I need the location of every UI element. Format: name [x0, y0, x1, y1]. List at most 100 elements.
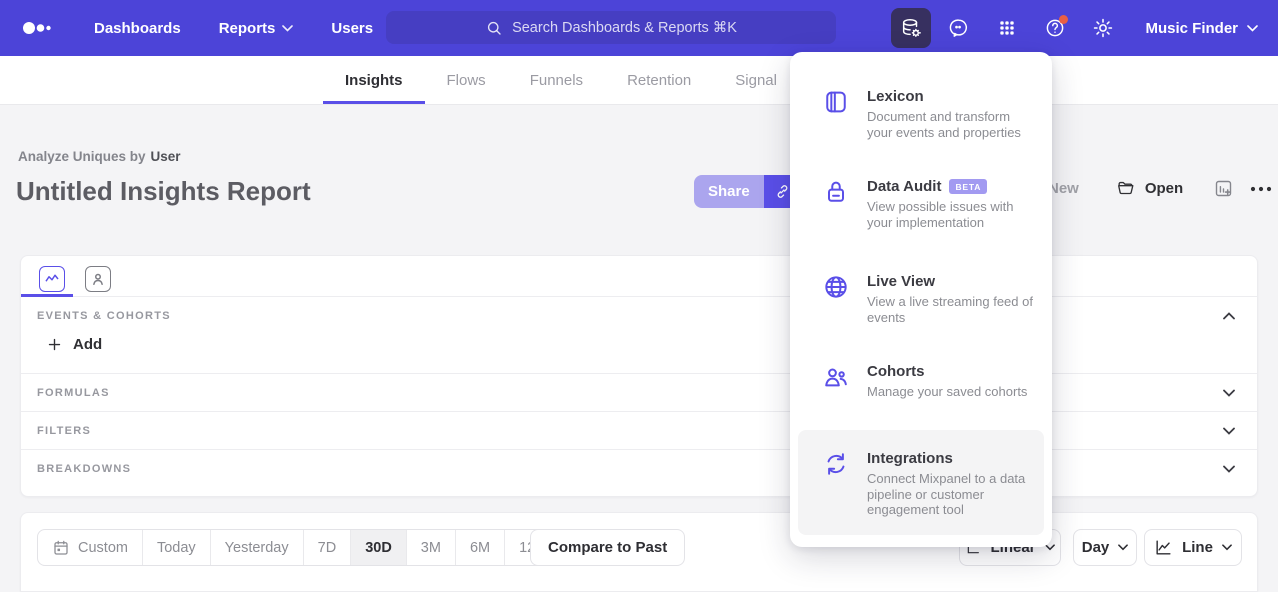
date-range-control: Custom Today Yesterday 7D 30D 3M 6M 12M — [37, 529, 562, 566]
cohorts-people-icon — [822, 363, 850, 400]
new-report-button[interactable]: New — [1048, 180, 1079, 197]
range-7d[interactable]: 7D — [304, 530, 352, 565]
menu-item-data-audit[interactable]: Data Audit BETA View possible issues wit… — [798, 178, 1044, 230]
chat-bubble-icon — [948, 17, 970, 39]
menu-item-lexicon[interactable]: Lexicon Document and transform your even… — [798, 88, 1044, 140]
share-button[interactable]: Share — [694, 175, 764, 208]
add-label: Add — [73, 336, 102, 353]
interval-select[interactable]: Day — [1073, 529, 1137, 566]
search-input[interactable]: Search Dashboards & Reports ⌘K — [386, 11, 836, 44]
data-management-button[interactable] — [891, 8, 931, 48]
more-options-button[interactable] — [1250, 186, 1272, 192]
apps-grid-button[interactable] — [987, 8, 1027, 48]
range-3m[interactable]: 3M — [407, 530, 456, 565]
menu-item-live-view[interactable]: Live View View a live streaming feed of … — [798, 273, 1044, 325]
add-to-dashboard-icon — [1213, 178, 1234, 199]
section-filters: FILTERS — [21, 412, 1257, 450]
report-tabbar: Insights Flows Funnels Retention Signal … — [0, 56, 1278, 105]
open-label: Open — [1145, 180, 1183, 197]
range-label: Today — [157, 540, 196, 556]
section-events-header[interactable]: EVENTS & COHORTS — [21, 297, 1257, 334]
share-label: Share — [708, 183, 750, 200]
page-title[interactable]: Untitled Insights Report — [16, 176, 311, 207]
nav-item-dashboards[interactable]: Dashboards — [82, 12, 193, 45]
query-mode-tabs — [21, 256, 1257, 297]
section-breakdowns-header[interactable]: BREAKDOWNS — [21, 450, 1257, 487]
menu-item-title: Cohorts — [867, 363, 1034, 380]
nav-label: Dashboards — [94, 20, 181, 37]
chevron-down-icon — [1118, 544, 1128, 551]
chevron-down-icon[interactable] — [1223, 389, 1235, 397]
search-icon — [485, 19, 503, 37]
project-name: Music Finder — [1145, 20, 1238, 37]
compare-label: Compare to Past — [548, 539, 667, 556]
menu-item-title: Data Audit BETA — [867, 178, 1034, 195]
nav-label: Reports — [219, 20, 276, 37]
range-yesterday[interactable]: Yesterday — [211, 530, 304, 565]
chevron-down-icon[interactable] — [1223, 427, 1235, 435]
range-6m[interactable]: 6M — [456, 530, 505, 565]
line-chart-icon — [1154, 538, 1173, 557]
top-navbar: Dashboards Reports Users Search Dashboar… — [0, 0, 1278, 56]
section-events-cohorts: EVENTS & COHORTS Add — [21, 297, 1257, 374]
menu-item-desc: Connect Mixpanel to a data pipeline or c… — [867, 471, 1034, 518]
tab-signal[interactable]: Signal — [713, 56, 799, 104]
tab-label: Flows — [447, 72, 486, 89]
chart-type-select[interactable]: Line — [1144, 529, 1242, 566]
menu-item-title: Lexicon — [867, 88, 1034, 105]
tab-funnels[interactable]: Funnels — [508, 56, 605, 104]
menu-item-desc: View a live streaming feed of events — [867, 294, 1034, 325]
nav-label: Users — [331, 20, 373, 37]
database-gear-icon — [900, 17, 922, 39]
apps-grid-icon — [997, 18, 1017, 38]
section-breakdowns: BREAKDOWNS — [21, 450, 1257, 487]
notification-dot — [1059, 15, 1068, 24]
section-label: FILTERS — [37, 425, 91, 437]
help-button[interactable] — [1035, 8, 1075, 48]
tab-flows[interactable]: Flows — [425, 56, 508, 104]
calendar-icon — [52, 539, 70, 557]
ellipsis-icon — [1250, 186, 1272, 192]
subtitle-prefix: Analyze Uniques by — [18, 149, 146, 164]
project-switcher[interactable]: Music Finder — [1145, 20, 1258, 37]
section-formulas-header[interactable]: FORMULAS — [21, 374, 1257, 411]
chevron-down-icon — [1247, 25, 1258, 32]
tab-insights[interactable]: Insights — [323, 56, 425, 104]
messages-button[interactable] — [939, 8, 979, 48]
menu-item-desc: View possible issues with your implement… — [867, 199, 1034, 230]
tab-label: Insights — [345, 72, 403, 89]
events-mode-tab[interactable] — [29, 262, 75, 296]
range-label: 6M — [470, 540, 490, 556]
tab-retention[interactable]: Retention — [605, 56, 713, 104]
add-event-button[interactable]: Add — [21, 334, 141, 373]
subtitle-entity[interactable]: User — [151, 149, 181, 164]
lexicon-book-icon — [822, 88, 850, 140]
line-chart-tab-icon — [39, 266, 65, 292]
nav-item-reports[interactable]: Reports — [207, 12, 306, 45]
chart-type-label: Line — [1182, 539, 1213, 556]
add-to-dashboard-button[interactable] — [1213, 178, 1234, 199]
chevron-down-icon[interactable] — [1223, 465, 1235, 473]
mixpanel-logo-icon[interactable] — [22, 21, 52, 35]
compare-to-past-button[interactable]: Compare to Past — [530, 529, 685, 566]
interval-label: Day — [1082, 539, 1110, 556]
range-30d[interactable]: 30D — [351, 530, 407, 565]
nav-item-users[interactable]: Users — [319, 12, 385, 45]
data-management-menu: Lexicon Document and transform your even… — [790, 52, 1052, 547]
new-label: New — [1048, 180, 1079, 197]
section-formulas: FORMULAS — [21, 374, 1257, 412]
range-today[interactable]: Today — [143, 530, 211, 565]
menu-item-integrations[interactable]: Integrations Connect Mixpanel to a data … — [798, 430, 1044, 535]
menu-item-title: Integrations — [867, 450, 1034, 467]
range-label: Yesterday — [225, 540, 289, 556]
settings-button[interactable] — [1083, 8, 1123, 48]
range-custom[interactable]: Custom — [38, 530, 143, 565]
chevron-up-icon[interactable] — [1223, 312, 1235, 320]
section-filters-header[interactable]: FILTERS — [21, 412, 1257, 449]
section-label: EVENTS & COHORTS — [37, 310, 171, 322]
open-report-button[interactable]: Open — [1115, 179, 1183, 198]
gear-icon — [1092, 17, 1114, 39]
menu-item-cohorts[interactable]: Cohorts Manage your saved cohorts — [798, 363, 1044, 400]
chart-toolbar-card: Custom Today Yesterday 7D 30D 3M 6M 12M … — [20, 512, 1258, 592]
users-mode-tab[interactable] — [75, 262, 121, 296]
